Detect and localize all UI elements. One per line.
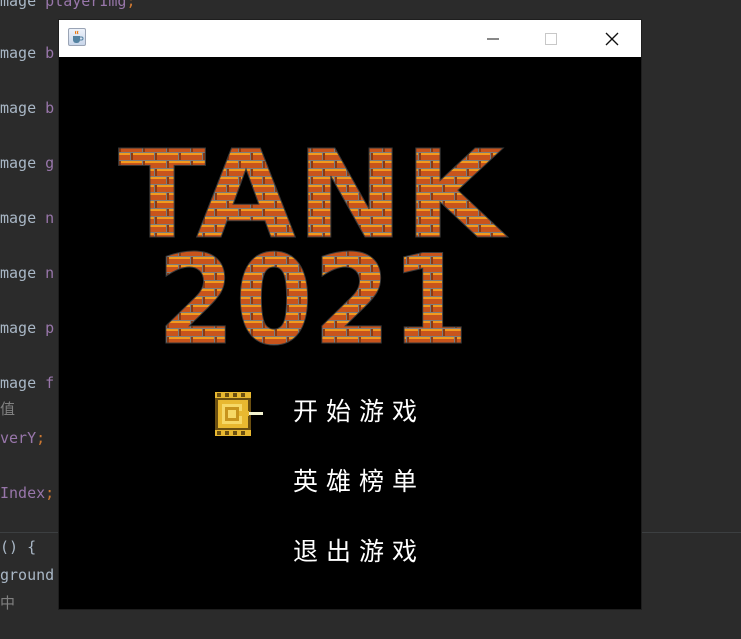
- code-line: mage playerImg;: [0, 0, 136, 10]
- code-line: ground: [0, 566, 55, 584]
- close-button[interactable]: [583, 20, 641, 57]
- code-line: mage b: [0, 44, 55, 62]
- code-comment: 中: [0, 594, 16, 612]
- code-line: mage p: [0, 319, 55, 337]
- logo-line-year: 2021: [157, 229, 469, 373]
- game-canvas[interactable]: TANK 2021 开始游戏 英雄榜单 退出游戏: [59, 57, 641, 609]
- code-line: mage g: [0, 154, 55, 172]
- game-window: TANK 2021 开始游戏 英雄榜单 退出游戏: [59, 20, 641, 609]
- code-line: Index;: [0, 484, 55, 502]
- title-bar[interactable]: [59, 20, 641, 57]
- game-logo: TANK 2021: [118, 124, 510, 374]
- code-line: () {: [0, 538, 37, 556]
- maximize-icon: [545, 32, 557, 45]
- code-line: mage f: [0, 374, 55, 392]
- minimize-icon: [487, 38, 499, 39]
- code-line: mage n: [0, 209, 55, 227]
- menu-leaderboard[interactable]: 英雄榜单: [293, 464, 425, 500]
- desktop: mage playerImg; mage b mage b mage g mag…: [0, 0, 741, 639]
- tank-icon: [215, 392, 263, 436]
- code-line: mage b: [0, 99, 55, 117]
- maximize-button[interactable]: [522, 20, 580, 57]
- menu-start-game[interactable]: 开始游戏: [293, 394, 425, 430]
- close-icon: [605, 32, 619, 45]
- java-cup-icon[interactable]: [68, 28, 86, 46]
- code-line: mage n: [0, 264, 55, 282]
- minimize-button[interactable]: [464, 20, 522, 57]
- menu-exit-game[interactable]: 退出游戏: [293, 534, 425, 570]
- code-comment: 值: [0, 400, 16, 418]
- code-line: verY;: [0, 429, 46, 447]
